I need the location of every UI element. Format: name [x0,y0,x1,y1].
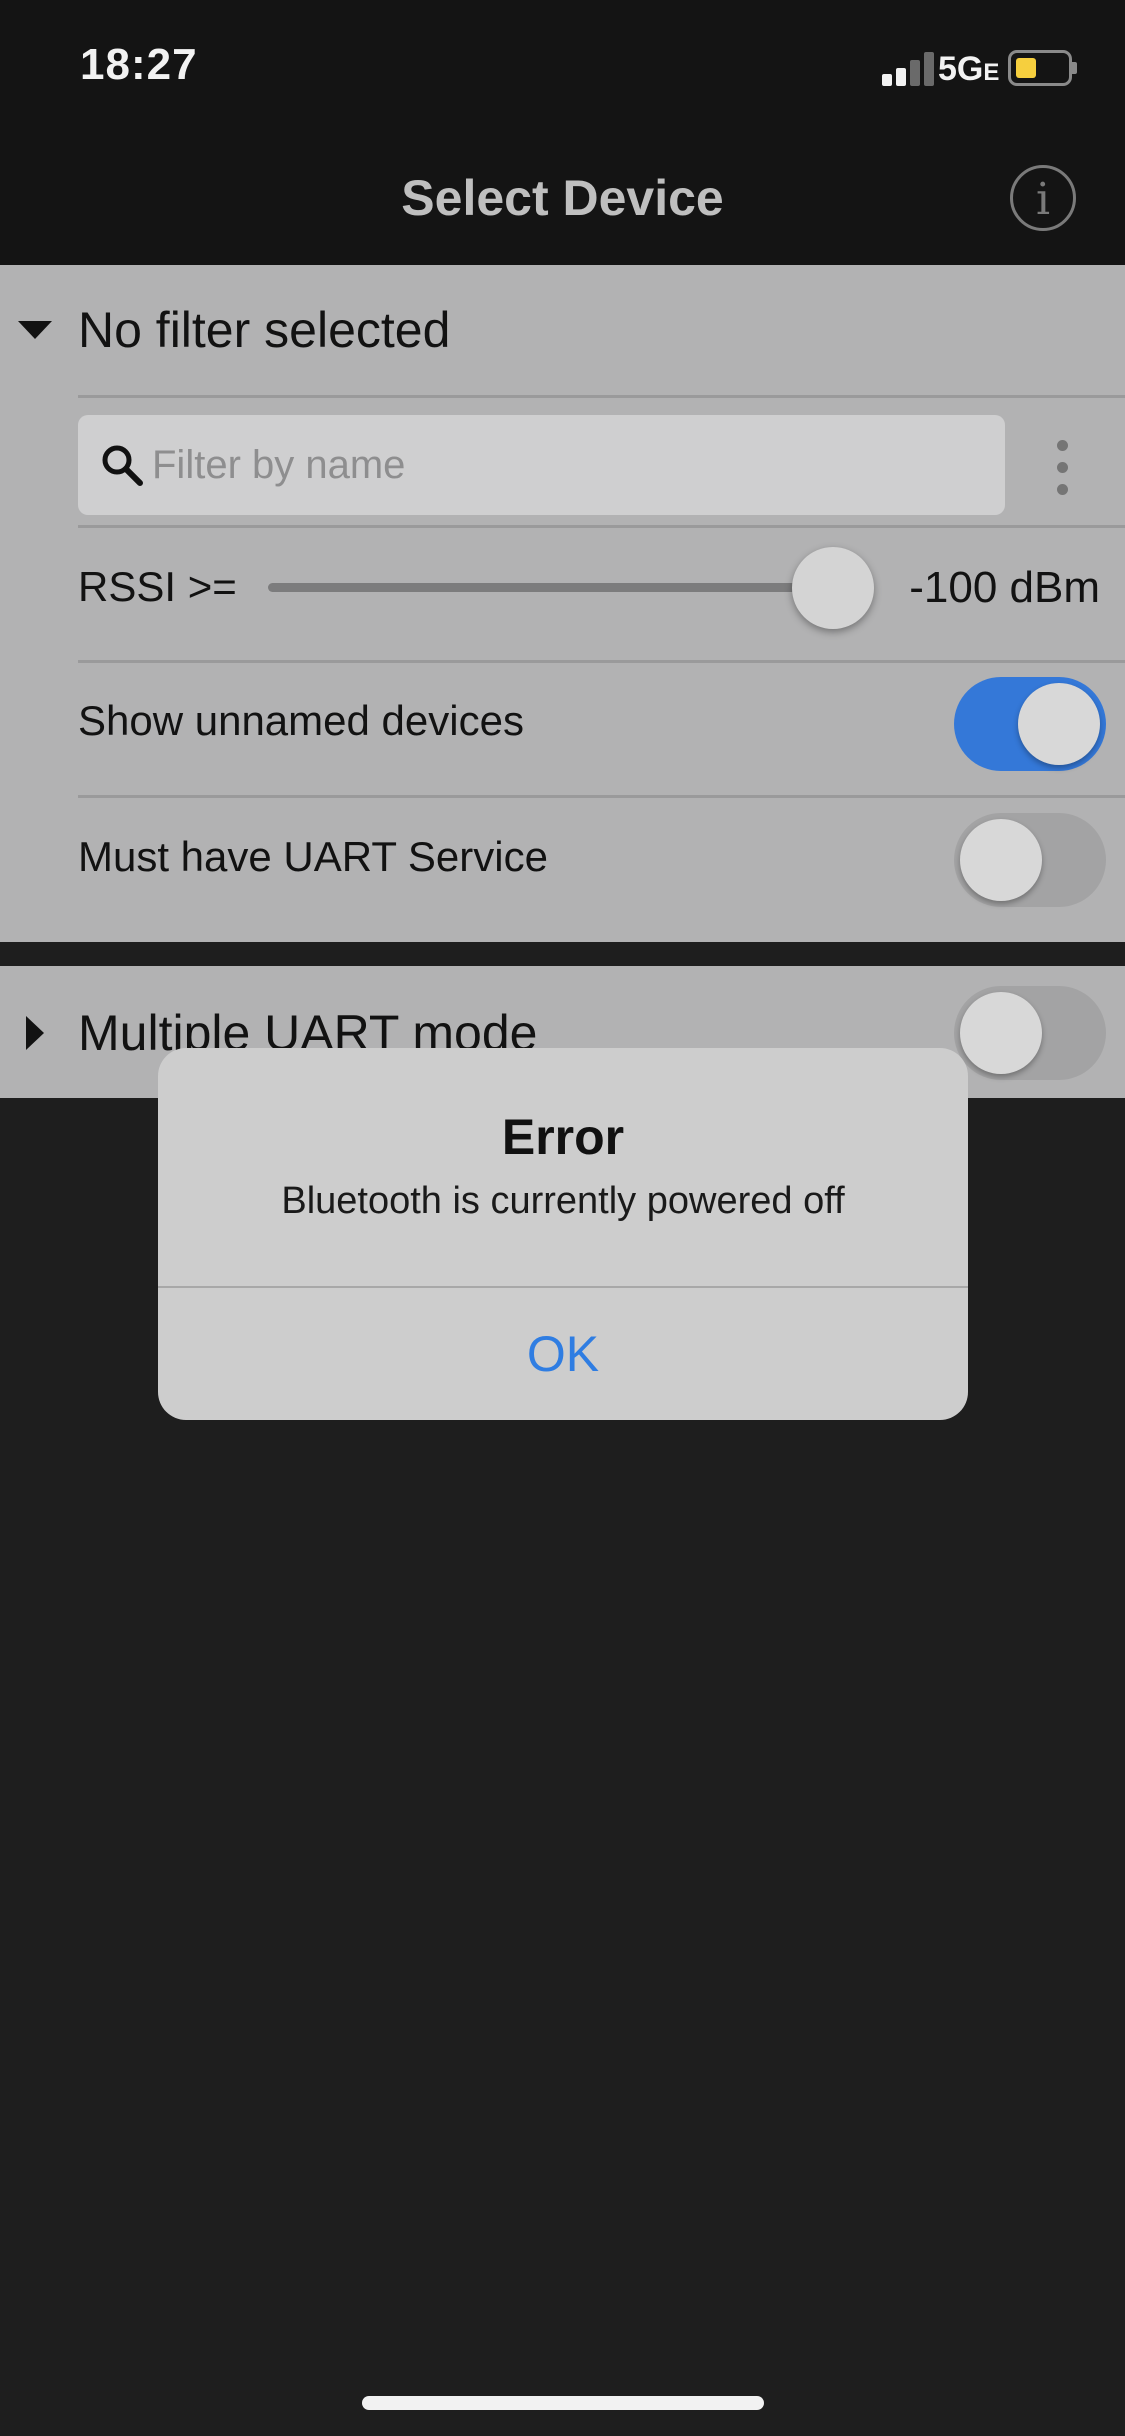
alert-message: Bluetooth is currently powered off [281,1180,845,1222]
alert-title: Error [501,1109,625,1165]
status-time: 18:27 [80,40,198,89]
toggle-knob [1018,683,1100,765]
uart-mode-toggle[interactable] [954,986,1106,1080]
network-type-label: 5GE [938,50,999,89]
navigation-bar: Select Device i [0,135,1125,265]
battery-cap [1072,62,1077,74]
rssi-value: -100 dBm [909,563,1100,612]
toggle-knob [960,819,1042,901]
battery-icon [1008,50,1077,86]
home-indicator[interactable] [362,2396,764,2410]
info-button[interactable]: i [1010,165,1076,231]
cellular-signal-icon [882,50,938,86]
filter-panel: No filter selected Filter by name RSSI >… [0,265,1125,942]
divider [78,525,1125,528]
uart-service-label: Must have UART Service [78,833,548,880]
filter-title: No filter selected [78,302,451,358]
status-bar: 18:27 5GE [0,0,1125,135]
toggle-knob [960,992,1042,1074]
error-alert: Error Bluetooth is currently powered off… [158,1048,968,1420]
search-input[interactable]: Filter by name [78,415,1005,515]
battery-body [1008,50,1072,86]
more-options-icon[interactable] [1050,440,1074,496]
chevron-down-icon [18,321,52,339]
search-placeholder: Filter by name [152,443,406,487]
rssi-slider-thumb[interactable] [792,547,874,629]
page-title: Select Device [401,170,724,226]
filter-header[interactable]: No filter selected [0,265,1125,395]
screen: 18:27 5GE Select Device i No filter sele… [0,0,1125,2436]
divider [78,660,1125,663]
search-icon [102,445,143,486]
divider [78,795,1125,798]
rssi-label: RSSI >= [78,563,237,610]
chevron-right-icon [26,1016,44,1050]
show-unnamed-toggle[interactable] [954,677,1106,771]
battery-level [1016,58,1036,78]
show-unnamed-label: Show unnamed devices [78,697,524,744]
rssi-slider-track[interactable] [268,583,828,592]
network-subtype: E [983,59,1000,86]
uart-service-toggle[interactable] [954,813,1106,907]
network-type: 5G [938,50,984,88]
info-icon: i [1035,174,1051,225]
ok-button[interactable]: OK [158,1288,968,1420]
divider [78,395,1125,398]
